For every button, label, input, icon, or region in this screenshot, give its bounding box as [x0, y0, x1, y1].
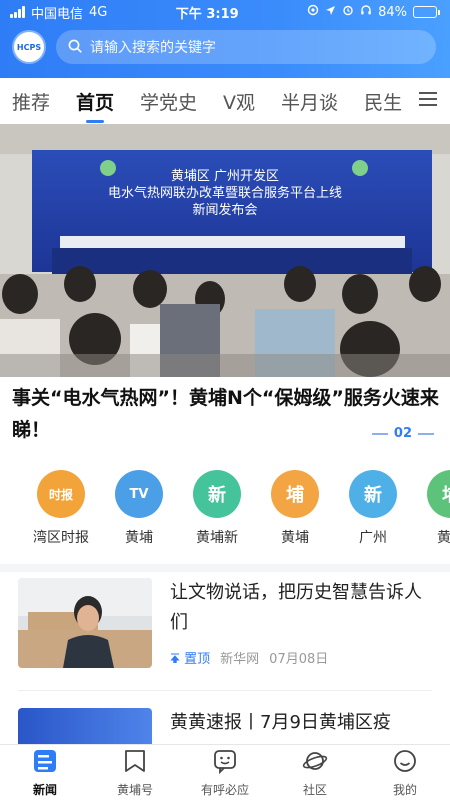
quick-channel-item[interactable]: 埔 黄埔: [256, 470, 334, 560]
calligraphy-icon: 埔: [271, 470, 319, 518]
app-logo[interactable]: HCPS: [14, 32, 44, 62]
tab-party-history[interactable]: 学党史: [140, 88, 197, 115]
pinned-tag: 置顶: [170, 648, 210, 667]
calligraphy-icon: 新: [349, 470, 397, 518]
nav-community[interactable]: 社区: [270, 745, 360, 800]
banner-line-3: 新闻发布会: [192, 203, 258, 218]
tab-half-month-talk[interactable]: 半月谈: [281, 88, 338, 115]
pager-dash-right: [418, 432, 434, 435]
status-bar: 中国电信 4G 下午 3:19 84%: [0, 0, 450, 24]
quick-channel-item[interactable]: 时报 湾区时报: [22, 470, 100, 560]
carrier-name: 中国电信: [31, 6, 84, 22]
search-input[interactable]: 请输入搜索的关键字: [56, 30, 436, 64]
list-separator: [18, 690, 432, 691]
nav-response[interactable]: 有呼必应: [180, 745, 270, 800]
search-placeholder: 请输入搜索的关键字: [90, 40, 216, 56]
quick-channel-label: 黄埔: [437, 530, 450, 546]
tab-livelihood[interactable]: 民生: [364, 88, 402, 115]
book-icon: 新: [193, 470, 241, 518]
banner-line-1: 黄埔区 广州开发区: [170, 169, 280, 184]
search-row: HCPS 请输入搜索的关键字: [0, 24, 450, 64]
face-icon: [392, 748, 418, 778]
channel-tabs: 推荐 首页 学党史 V观 半月谈 民生: [0, 78, 450, 124]
channel-menu-button[interactable]: [406, 78, 450, 124]
status-right: 84%: [307, 4, 440, 20]
planet-icon: [302, 748, 328, 778]
network-type: 4G: [89, 4, 108, 20]
nav-label: 有呼必应: [200, 782, 249, 797]
tab-v-view[interactable]: V观: [223, 88, 255, 115]
news-text: 让文物说话，把历史智慧告诉人们 置顶 新华网 07月08日: [170, 578, 438, 678]
quick-channel-label: 湾区时报: [33, 530, 89, 546]
battery-percent: 84%: [378, 4, 407, 20]
carousel-pager: 02: [371, 426, 434, 441]
quick-channel-label: 黄埔新: [196, 530, 238, 546]
pin-up-icon: [170, 652, 184, 667]
bottom-nav: 新闻 黄埔号 有呼必应 社区 我的: [0, 744, 450, 800]
hamburger-icon: [418, 91, 438, 111]
section-divider: [0, 564, 450, 572]
quick-channel-item[interactable]: 新 黄埔新: [178, 470, 256, 560]
news-source: 新华网: [220, 652, 260, 667]
chat-smile-icon: [212, 748, 238, 778]
quick-channel-label: 广州: [359, 530, 387, 546]
quick-channel-label: 黄埔: [281, 530, 309, 546]
top-header: 中国电信 4G 下午 3:19 84% HCPS 请输入搜索的关键字: [0, 0, 450, 78]
tab-recommend[interactable]: 推荐: [12, 88, 50, 115]
news-item[interactable]: 让文物说话，把历史智慧告诉人们 置顶 新华网 07月08日: [18, 578, 438, 678]
news-thumbnail: [18, 708, 152, 748]
nav-mine[interactable]: 我的: [360, 745, 450, 800]
news-item[interactable]: 黄黄速报丨7月9日黄埔区疫: [18, 708, 438, 748]
tv-icon: TV: [115, 470, 163, 518]
alarm-icon: [342, 4, 354, 20]
pager-index: 02: [393, 426, 412, 441]
news-title: 让文物说话，把历史智慧告诉人们: [170, 582, 422, 633]
signal-icon: [10, 6, 25, 18]
rotation-lock-icon: [307, 4, 319, 20]
quick-channel-label: 黄埔: [125, 530, 153, 546]
calligraphy-icon: 埔: [427, 470, 450, 518]
search-icon: [68, 38, 82, 57]
quick-channel-row: 时报 湾区时报 TV 黄埔 新 黄埔新 埔 黄埔 新 广州 埔 黄埔: [0, 470, 450, 560]
pinned-label: 置顶: [184, 652, 211, 667]
battery-icon: [413, 6, 440, 18]
nav-label: 我的: [392, 782, 417, 797]
news-meta: 置顶 新华网 07月08日: [170, 648, 438, 667]
nav-huangpu-hao[interactable]: 黄埔号: [90, 745, 180, 800]
news-title: 黄黄速报丨7月9日黄埔区疫: [170, 712, 391, 733]
news-thumbnail: [18, 578, 152, 668]
status-left: 中国电信 4G: [10, 3, 107, 22]
app-logo-text: HCPS: [16, 42, 42, 52]
hero-banner-image[interactable]: 黄埔区 广州开发区 电水气热网联办改革暨联合服务平台上线 新闻发布会: [0, 124, 450, 377]
bookmark-icon: [122, 748, 148, 778]
newspaper-icon: 时报: [37, 470, 85, 518]
hero-banner-text: 黄埔区 广州开发区 电水气热网联办改革暨联合服务平台上线 新闻发布会: [0, 168, 450, 219]
nav-label: 社区: [302, 782, 327, 797]
hero-photo: [0, 124, 450, 377]
status-time: 下午 3:19: [175, 6, 239, 22]
pager-dash-left: [371, 432, 388, 435]
nav-label: 新闻: [32, 782, 57, 797]
quick-channel-item[interactable]: 埔 黄埔: [412, 470, 450, 560]
headphones-icon: [360, 4, 372, 20]
news-date: 07月08日: [269, 652, 329, 667]
quick-channel-item[interactable]: TV 黄埔: [100, 470, 178, 560]
banner-line-2: 电水气热网联办改革暨联合服务平台上线: [107, 186, 342, 201]
news-icon: [32, 748, 58, 778]
location-icon: [325, 5, 336, 20]
nav-label: 黄埔号: [116, 782, 153, 797]
nav-news[interactable]: 新闻: [0, 745, 90, 800]
tab-home[interactable]: 首页: [76, 88, 114, 115]
quick-channel-item[interactable]: 新 广州: [334, 470, 412, 560]
